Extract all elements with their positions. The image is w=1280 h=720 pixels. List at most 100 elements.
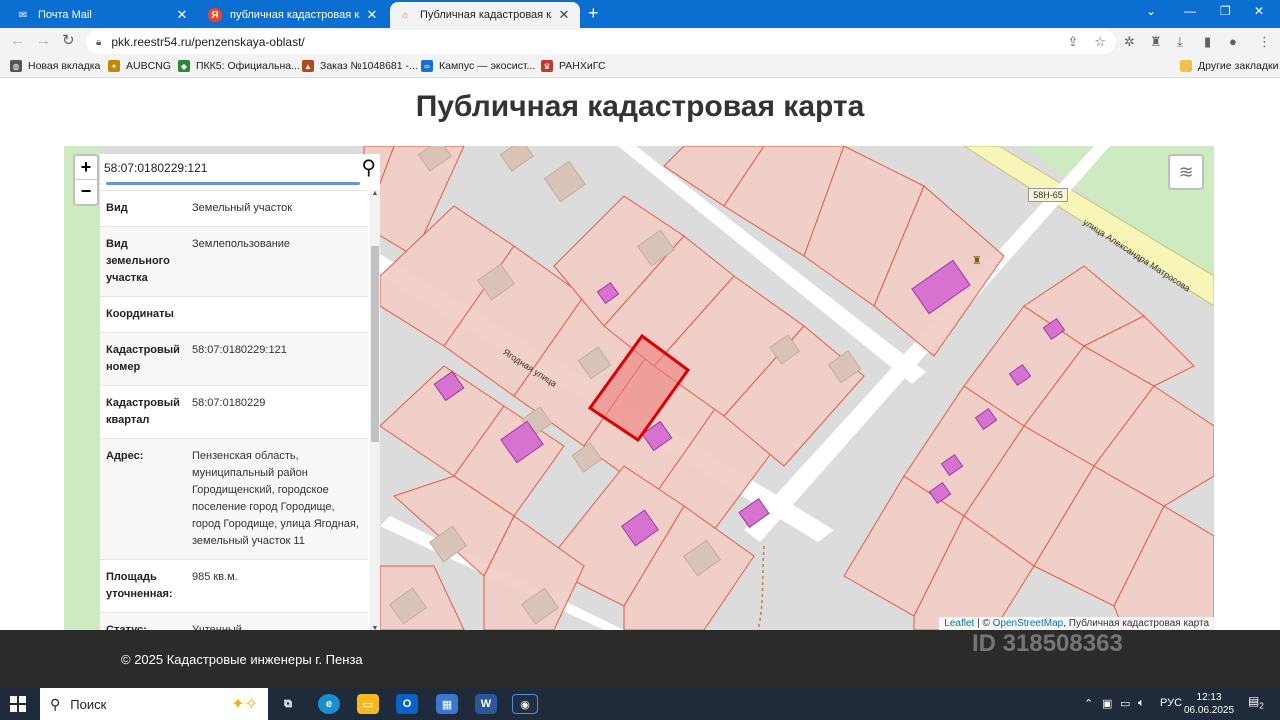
task-view-icon[interactable]: ⧉ (277, 694, 299, 714)
osm-link[interactable]: OpenStreetMap (993, 618, 1064, 629)
page-footer: © 2025 Кадастровые инженеры г. Пенза ID … (0, 630, 1280, 688)
zoom-in-button[interactable]: + (75, 156, 97, 180)
row-key: Площадь уточненная: (106, 571, 173, 600)
copilot-sparkle-icon: ✦✧ (231, 696, 258, 713)
file-explorer-icon[interactable]: ▭ (357, 694, 379, 714)
table-row: Кадастровый квартал 58:07:0180229 (100, 385, 368, 438)
bookmark-ranepa[interactable]: ♛ РАНХиГС (541, 60, 606, 72)
reload-icon[interactable]: ↻ (62, 33, 75, 49)
minimize-icon[interactable]: — (1184, 4, 1196, 18)
clock-time: 12:13 (1196, 692, 1222, 703)
row-key: Кадастровый квартал (106, 397, 180, 426)
bookmark-label: Новая вкладка (28, 60, 101, 72)
taskbar-search-placeholder: Поиск (70, 696, 107, 712)
table-row: Адрес: Пензенская область, муниципальный… (100, 438, 368, 559)
zoom-out-button[interactable]: − (75, 180, 97, 204)
bookmarks-bar: ◍ Новая вкладка ✦ AUBCNG ◆ ПКК5: Официал… (0, 56, 1280, 78)
tray-overflow-icon[interactable]: ⌃ (1084, 697, 1093, 710)
page-title: Публичная кадастровая карта (415, 90, 865, 123)
row-key: Вид (106, 202, 128, 214)
bookmark-new-tab[interactable]: ◍ Новая вкладка (10, 60, 100, 72)
notifications-icon[interactable]: ▤2 (1248, 694, 1264, 710)
extensions-icon[interactable]: ✲ (1124, 34, 1135, 50)
outlook-icon[interactable]: O (396, 694, 418, 714)
emblem-icon: ✦ (108, 60, 120, 72)
tab-title: Публичная кадастровая карта П (420, 9, 552, 21)
watermark-text: ID 318508363 (972, 630, 1123, 657)
tab-yandex-search[interactable]: Я публичная кадастровая карта п ✕ (200, 2, 388, 28)
maximize-icon[interactable]: ❐ (1220, 4, 1231, 18)
leaflet-link[interactable]: Leaflet (944, 618, 974, 629)
order-icon: ▲ (302, 60, 314, 72)
bookmark-pkk5[interactable]: ◆ ПКК5: Официальна... (178, 60, 300, 72)
windows-start-icon[interactable] (10, 696, 26, 712)
scrollbar-thumb[interactable] (371, 246, 379, 442)
site-info-icon[interactable]: 🔒︎ (96, 37, 101, 48)
chrome-icon[interactable]: ◉ (512, 694, 538, 714)
row-value: Земельный участок (192, 202, 293, 214)
profile-avatar-icon[interactable]: ● (1229, 34, 1237, 49)
network-icon[interactable]: ▭ (1120, 697, 1130, 710)
bookmark-star-icon[interactable]: ☆ (1094, 34, 1106, 50)
tab-cadastral-map[interactable]: ⌂ Публичная кадастровая карта П ✕ (390, 2, 580, 28)
bookmark-label: Заказ №1048681 -... (320, 60, 418, 72)
extension-icon[interactable]: ♜ (1150, 34, 1162, 50)
table-row: Вид Земельный участок (100, 190, 368, 226)
row-key: Статус: (106, 624, 147, 630)
new-tab-button[interactable]: + (588, 4, 599, 22)
pkk-icon: ◆ (178, 60, 190, 72)
cadastral-map[interactable]: ♜ Ягодная улица улица Александра Матросо… (64, 146, 1214, 630)
tab-mail[interactable]: ✉ Почта Mail ✕ (8, 2, 198, 28)
progress-bar (106, 182, 360, 185)
tab-search-icon[interactable]: ⌄ (1146, 4, 1156, 18)
cadastral-search-input[interactable]: 58:07:0180229:121 (104, 161, 207, 175)
search-icon: ⚲ (50, 695, 61, 712)
clock-date: 06.06.2025 (1184, 705, 1235, 716)
share-icon[interactable]: ⇪ (1067, 34, 1078, 50)
bookmark-label: AUBCNG (126, 60, 171, 72)
taskbar-search[interactable]: ⚲ Поиск ✦✧ (40, 688, 268, 720)
download-icon[interactable]: ⤓ (1177, 34, 1183, 50)
attribution-pkk: , Публичная кадастровая карта (1063, 618, 1209, 629)
mail-icon: ✉ (18, 9, 28, 21)
search-icon[interactable]: ⚲ (361, 155, 376, 180)
bookmark-label: Другие закладки (1198, 60, 1279, 72)
window-close-icon[interactable]: ✕ (1254, 4, 1264, 18)
menu-kebab-icon[interactable]: ⋮ (1258, 34, 1271, 50)
poi-marker-icon[interactable]: ♜ (972, 255, 982, 267)
bookmark-order[interactable]: ▲ Заказ №1048681 -... (302, 60, 418, 72)
tab-title: Почта Mail (38, 9, 92, 21)
panel-scrollbar[interactable]: ▲ ▼ (370, 190, 380, 630)
close-icon[interactable]: ✕ (174, 7, 190, 23)
taskbar-clock[interactable]: 12:13 06.06.2025 (1184, 691, 1234, 717)
edge-icon[interactable]: e (318, 694, 340, 714)
cadastral-search: 58:07:0180229:121 ⚲ (100, 154, 380, 185)
back-icon[interactable]: ← (10, 33, 25, 49)
scroll-up-icon[interactable]: ▲ (370, 190, 380, 197)
layers-button[interactable]: ≋ (1168, 154, 1204, 190)
close-icon[interactable]: ✕ (364, 7, 380, 23)
forward-icon[interactable]: → (36, 33, 51, 49)
volume-icon[interactable]: 🔈︎ (1138, 697, 1145, 710)
notifications-count: 2 (1259, 701, 1264, 711)
bookmark-campus[interactable]: ∞ Кампус — экосист... (421, 60, 535, 72)
language-indicator[interactable]: РУС (1160, 697, 1182, 709)
copyright-text: © 2025 Кадастровые инженеры г. Пенза (121, 652, 363, 667)
bookmark-aubcng[interactable]: ✦ AUBCNG (108, 60, 171, 72)
store-icon[interactable]: ▦ (436, 694, 458, 714)
tray-app-icon[interactable]: ▣ (1102, 697, 1112, 710)
browser-toolbar: ← → ↻ 🔒︎ pkk.reestr54.ru/penzenskaya-obl… (0, 28, 1280, 56)
attribution-separator: | © (974, 618, 993, 629)
side-panel-icon[interactable]: ▮ (1204, 34, 1211, 50)
zoom-control: + − (73, 154, 99, 206)
home-icon: ⌂ (401, 9, 409, 21)
other-bookmarks-folder[interactable]: Другие закладки (1180, 60, 1278, 72)
row-key: Кадастровый номер (106, 344, 180, 373)
close-icon[interactable]: ✕ (556, 7, 572, 23)
globe-icon: ◍ (10, 60, 22, 72)
word-icon[interactable]: W (475, 694, 497, 714)
address-bar[interactable]: 🔒︎ pkk.reestr54.ru/penzenskaya-oblast/ ⇪… (86, 30, 1116, 54)
yandex-icon: Я (208, 8, 222, 22)
parcel-info-panel: 58:07:0180229:121 ⚲ Вид Земельный участо… (100, 154, 380, 630)
layers-icon: ≋ (1178, 161, 1194, 182)
